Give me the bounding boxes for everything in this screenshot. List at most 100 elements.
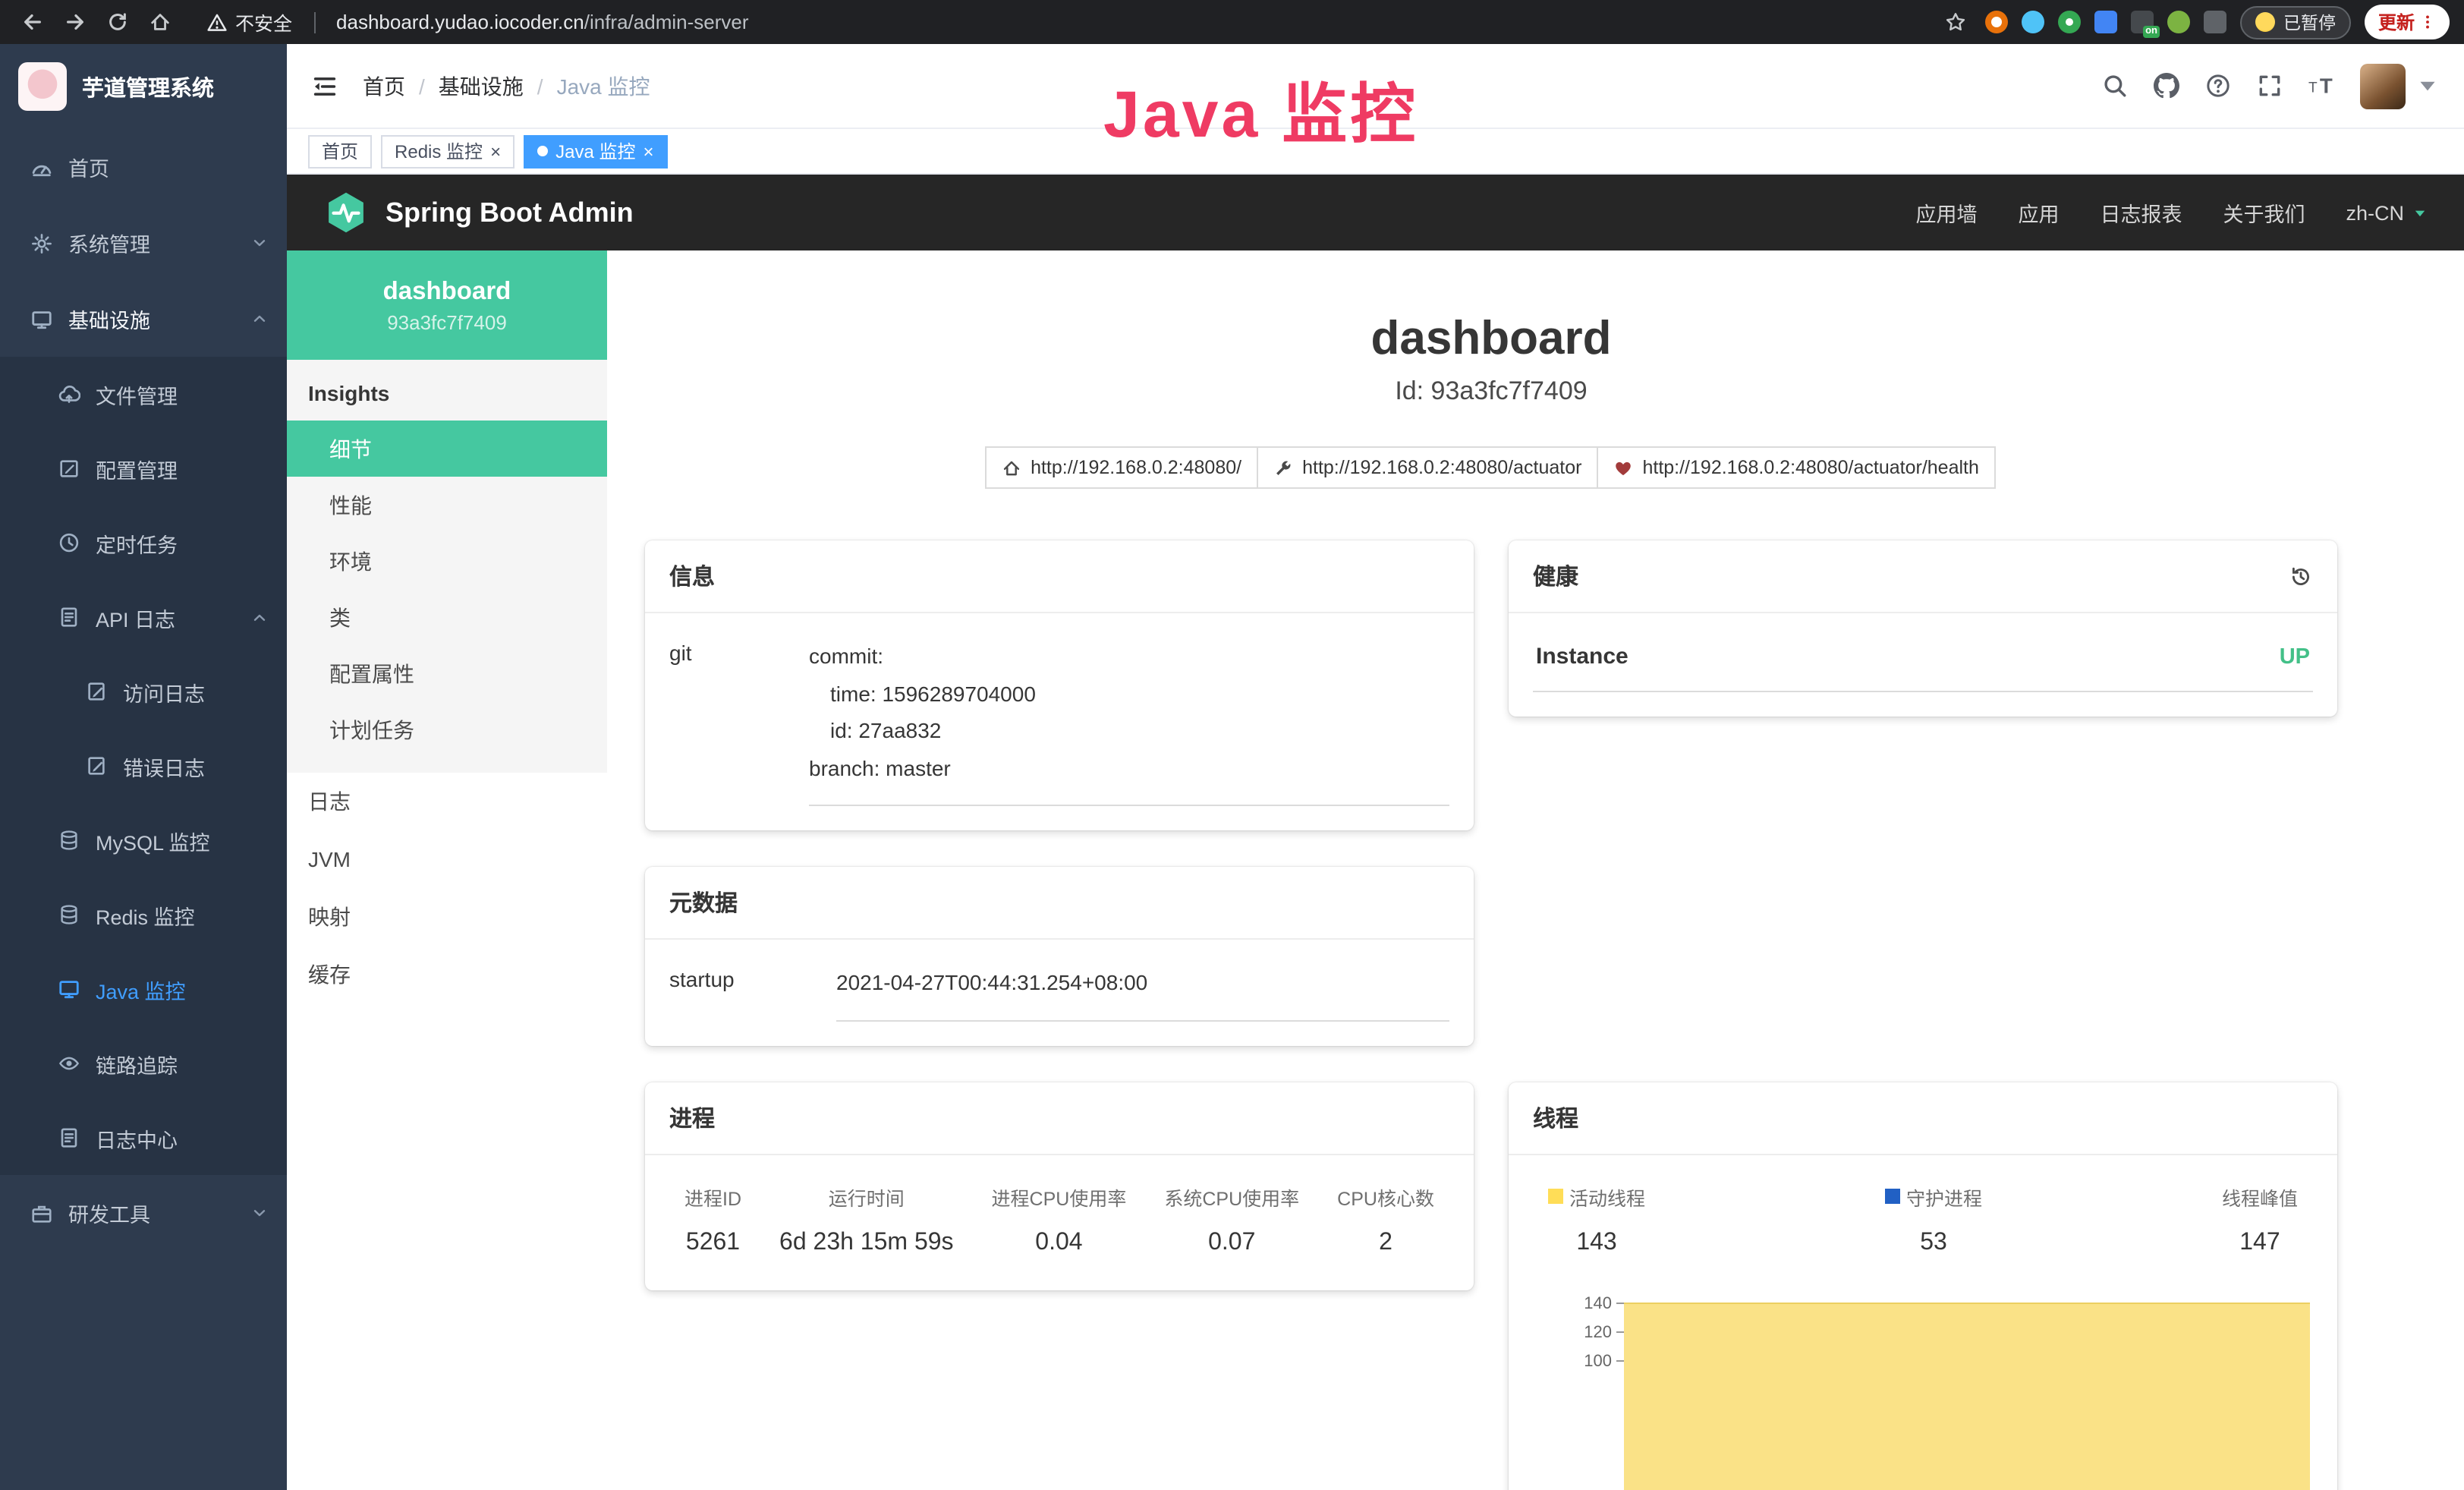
sba-nav-about[interactable]: 关于我们 [2223, 197, 2305, 228]
breadcrumb: 首页 / 基础设施 / Java 监控 [363, 71, 650, 101]
profile-paused-chip[interactable]: 已暂停 [2241, 5, 2351, 39]
legend-swatch-yellow [1548, 1189, 1563, 1204]
search-icon[interactable] [2102, 73, 2128, 99]
sba-nav: 应用墙 应用 日志报表 关于我们 zh-CN [1915, 197, 2428, 228]
sba-nav-applications[interactable]: 应用 [2018, 197, 2059, 228]
sidebar-item-file-management[interactable]: 文件管理 [0, 357, 287, 431]
browser-extension-icon[interactable] [2095, 11, 2118, 33]
browser-extension-icon[interactable] [2059, 11, 2082, 33]
close-icon[interactable]: × [490, 142, 501, 160]
browser-extension-icon[interactable]: on [2132, 11, 2154, 33]
sidebar-item-redis-monitor[interactable]: Redis 监控 [0, 877, 287, 952]
browser-home-button[interactable] [143, 5, 176, 39]
address-bar[interactable]: dashboard.yudao.iocoder.cn/infra/admin-s… [336, 11, 1930, 33]
sidebar-item-system[interactable]: 系统管理 [0, 205, 287, 281]
sba-item-caches[interactable]: 缓存 [287, 946, 607, 1003]
chrome-update-button[interactable]: 更新 [2365, 5, 2450, 39]
sba-item-performance[interactable]: 性能 [287, 477, 607, 533]
sidebar-item-label: 错误日志 [123, 751, 205, 781]
sba-item-classes[interactable]: 类 [287, 589, 607, 645]
sba-nav-wallboard[interactable]: 应用墙 [1915, 197, 1977, 228]
page-title: dashboard [645, 311, 2337, 366]
home-icon [148, 11, 171, 33]
sba-item-jvm[interactable]: JVM [287, 830, 607, 888]
help-icon[interactable] [2205, 73, 2231, 99]
sba-item-mappings[interactable]: 映射 [287, 888, 607, 946]
sba-item-scheduled-tasks[interactable]: 计划任务 [287, 701, 607, 758]
actuator-url-link[interactable]: http://192.168.0.2:48080/actuator [1257, 446, 1598, 489]
threads-chart-plot [1624, 1290, 2310, 1490]
endpoint-links: http://192.168.0.2:48080/ http://192.168… [645, 446, 2337, 489]
sidebar-item-home[interactable]: 首页 [0, 129, 287, 205]
refresh-icon [105, 11, 128, 33]
sba-item-config-props[interactable]: 配置属性 [287, 645, 607, 701]
star-icon [1944, 11, 1967, 33]
locale-selector[interactable]: zh-CN [2346, 201, 2428, 224]
link-label: http://192.168.0.2:48080/actuator/health [1642, 457, 1978, 478]
sidebar-item-access-logs[interactable]: 访问日志 [0, 654, 287, 729]
app-logo[interactable]: 芋道管理系统 [0, 44, 287, 129]
health-card: 健康 Instance UP [1509, 540, 2337, 717]
sidebar-item-label: 系统管理 [68, 228, 150, 258]
insights-section-label: Insights [287, 360, 607, 421]
sidebar-item-mysql-monitor[interactable]: MySQL 监控 [0, 803, 287, 877]
sidebar-item-error-logs[interactable]: 错误日志 [0, 729, 287, 803]
sba-header: Spring Boot Admin 应用墙 应用 日志报表 关于我们 zh-CN [287, 175, 2464, 250]
history-icon[interactable] [2289, 564, 2313, 588]
refresh-button[interactable] [100, 5, 134, 39]
browser-extension-icon[interactable] [2022, 11, 2045, 33]
font-size-icon[interactable] [2308, 73, 2334, 99]
forward-button[interactable] [58, 5, 91, 39]
user-menu[interactable] [2360, 63, 2440, 109]
sba-brand[interactable]: Spring Boot Admin [323, 190, 634, 235]
health-url-link[interactable]: http://192.168.0.2:48080/actuator/health [1597, 446, 1995, 489]
sba-brand-label: Spring Boot Admin [385, 197, 634, 228]
git-branch-line: branch: master [809, 749, 1449, 786]
fullscreen-icon[interactable] [2257, 73, 2283, 99]
git-time-line: time: 1596289704000 [809, 675, 1449, 712]
tab-home[interactable]: 首页 [308, 134, 372, 168]
sidebar-item-api-logs[interactable]: API 日志 [0, 580, 287, 654]
browser-extension-icon[interactable] [2168, 11, 2191, 33]
sidebar-menu: 首页 系统管理 基础设施 文件管理 [0, 129, 287, 1490]
browser-extension-icon[interactable] [2204, 11, 2227, 33]
edit-icon [58, 457, 80, 480]
row-key: Instance [1536, 644, 1629, 669]
sidebar-item-dev-tools[interactable]: 研发工具 [0, 1175, 287, 1251]
instance-name: dashboard [383, 277, 511, 306]
paused-label: 已暂停 [2283, 10, 2336, 34]
menu-fold-button[interactable] [311, 72, 338, 99]
sba-item-details[interactable]: 细节 [287, 421, 607, 477]
chevron-down-icon [250, 234, 269, 252]
tab-redis-monitor[interactable]: Redis 监控 × [381, 134, 515, 168]
home-icon [1002, 458, 1021, 477]
site-security-chip[interactable]: 不安全 [206, 8, 292, 36]
breadcrumb-home[interactable]: 首页 [363, 71, 405, 101]
breadcrumb-infrastructure[interactable]: 基础设施 [439, 71, 524, 101]
bookmark-star-button[interactable] [1939, 5, 1972, 39]
github-icon[interactable] [2154, 73, 2179, 99]
sidebar-item-java-monitor[interactable]: Java 监控 [0, 952, 287, 1026]
sba-item-environment[interactable]: 环境 [287, 533, 607, 589]
health-row-instance: Instance UP [1533, 638, 2313, 692]
sidebar-item-scheduled-tasks[interactable]: 定时任务 [0, 506, 287, 580]
sidebar-item-log-center[interactable]: 日志中心 [0, 1101, 287, 1175]
sba-nav-journal[interactable]: 日志报表 [2100, 197, 2182, 228]
back-button[interactable] [15, 5, 49, 39]
threads-chart-area [1624, 1302, 2310, 1490]
tab-java-monitor[interactable]: Java 监控 × [524, 134, 667, 168]
threads-chart: 140 120 100 [1533, 1290, 2313, 1490]
close-icon[interactable]: × [643, 142, 653, 160]
sba-logo-icon [323, 190, 369, 235]
metric-uptime: 运行时间 6d 23h 15m 59s [779, 1182, 954, 1256]
sba-item-logs[interactable]: 日志 [287, 773, 607, 830]
browser-extension-icon[interactable] [1986, 11, 2009, 33]
sidebar-item-tracing[interactable]: 链路追踪 [0, 1026, 287, 1101]
sidebar-item-infrastructure[interactable]: 基础设施 [0, 281, 287, 357]
tab-bar: 首页 Redis 监控 × Java 监控 × [287, 129, 2464, 175]
tab-label: 首页 [322, 138, 358, 164]
sidebar-item-label: 首页 [68, 152, 109, 182]
sidebar-item-config-management[interactable]: 配置管理 [0, 431, 287, 506]
metadata-row-startup: startup 2021-04-27T00:44:31.254+08:00 [669, 964, 1449, 1021]
service-url-link[interactable]: http://192.168.0.2:48080/ [985, 446, 1258, 489]
